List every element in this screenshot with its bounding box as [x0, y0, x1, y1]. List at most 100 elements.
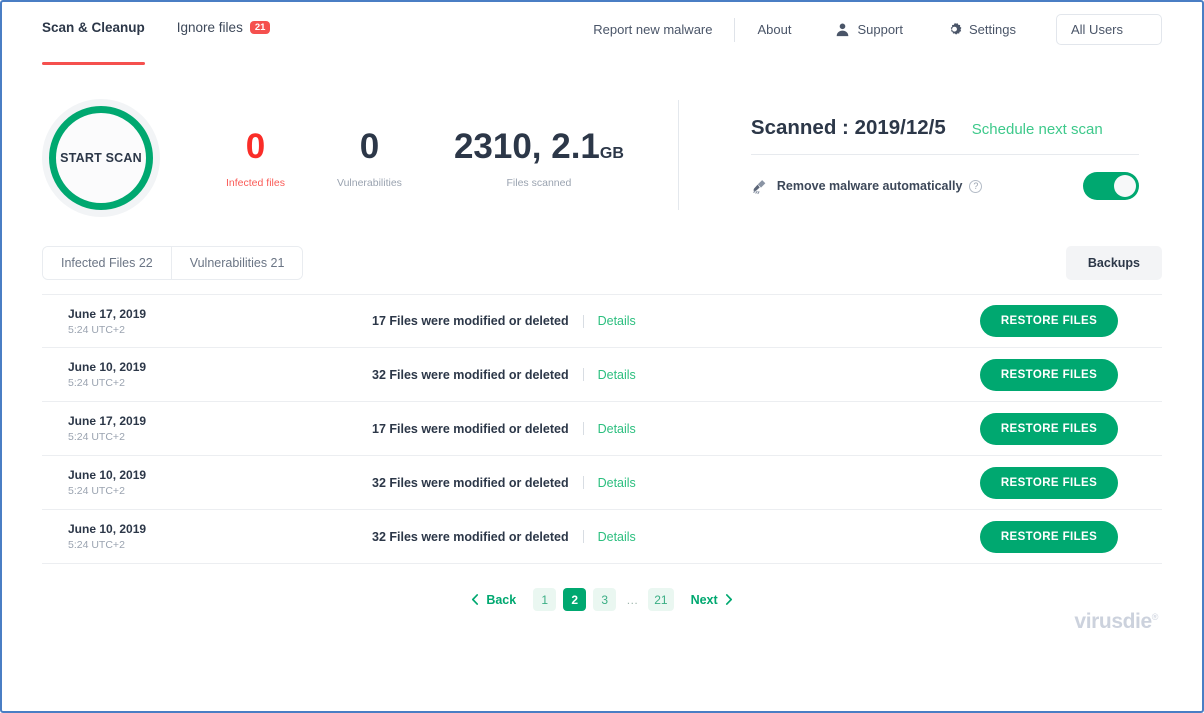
pagination-page-21[interactable]: 21	[648, 588, 674, 611]
row-date-cell: June 10, 2019 5:24 UTC+2	[42, 468, 372, 497]
pagination-area: Back 1 2 3 … 21 Next virusdie®	[2, 588, 1202, 642]
pagination-next-button[interactable]: Next	[681, 593, 743, 607]
row-text-divider	[582, 530, 584, 543]
row-details-link[interactable]: Details	[598, 314, 636, 328]
table-row: June 10, 2019 5:24 UTC+2 32 Files were m…	[42, 348, 1162, 402]
pagination-ellipsis: …	[626, 592, 639, 607]
row-summary-cell: 32 Files were modified or deleted Detail…	[372, 368, 980, 382]
app-header: Scan & Cleanup Ignore files 21 Report ne…	[2, 2, 1202, 65]
filter-pill-group: Infected Files 22 Vulnerabilities 21	[42, 246, 304, 280]
row-date-cell: June 10, 2019 5:24 UTC+2	[42, 522, 372, 551]
row-text-divider	[582, 422, 584, 435]
brand-trademark: ®	[1151, 612, 1159, 622]
table-row: June 17, 2019 5:24 UTC+2 17 Files were m…	[42, 402, 1162, 456]
schedule-next-scan-link[interactable]: Schedule next scan	[972, 121, 1103, 138]
pagination-back-button[interactable]: Back	[461, 593, 526, 607]
row-text-divider	[582, 314, 584, 328]
row-date-value: June 10, 2019	[68, 522, 147, 536]
row-files-text: 17 Files were modified or deleted	[372, 314, 569, 328]
table-row: June 10, 2019 5:24 UTC+2 32 Files were m…	[42, 456, 1162, 510]
about-link[interactable]: About	[735, 22, 813, 37]
nav-tab-scan-cleanup-label: Scan & Cleanup	[42, 20, 145, 35]
row-date-value: June 17, 2019	[68, 306, 147, 321]
content-tabbar: Infected Files 22 Vulnerabilities 21 Bac…	[2, 224, 1202, 280]
table-row: June 10, 2019 5:24 UTC+2 32 Files were m…	[42, 510, 1162, 564]
pill-infected-files[interactable]: Infected Files 22	[43, 247, 171, 279]
row-summary-cell: 32 Files were modified or deleted Detail…	[372, 530, 980, 544]
about-label: About	[757, 22, 792, 37]
backups-button[interactable]: Backups	[1065, 246, 1162, 280]
row-details-link[interactable]: Details	[598, 476, 636, 490]
user-filter-select[interactable]: All Users	[1056, 14, 1162, 45]
row-files-text: 32 Files were modified or deleted	[372, 367, 569, 382]
header-utility-nav: Report new malware About Support Setting…	[571, 2, 1162, 45]
user-icon	[835, 22, 850, 37]
start-scan-label: START SCAN	[49, 106, 153, 210]
scan-stats-group: START SCAN 0 Infected files 0 Vulnerabil…	[42, 99, 650, 217]
header-nav-tabs: Scan & Cleanup Ignore files 21	[42, 2, 271, 65]
support-link[interactable]: Support	[813, 22, 925, 37]
support-label: Support	[857, 22, 904, 37]
virusdie-logo: virusdie®	[1074, 610, 1158, 634]
start-scan-button[interactable]: START SCAN	[42, 99, 160, 217]
pagination-back-label: Back	[486, 592, 517, 607]
table-row: June 17, 2019 5:24 UTC+2 17 Files were m…	[42, 294, 1162, 348]
settings-link[interactable]: Settings	[925, 22, 1038, 37]
row-details-link[interactable]: Details	[598, 368, 636, 382]
pagination-page-1[interactable]: 1	[533, 588, 557, 611]
stat-files-scanned-number: 2310, 2.1	[453, 127, 600, 167]
row-date-value: June 17, 2019	[68, 414, 147, 428]
row-date-cell: June 17, 2019 5:24 UTC+2	[42, 414, 372, 443]
settings-label: Settings	[969, 22, 1016, 37]
pagination: Back 1 2 3 … 21 Next	[2, 588, 1202, 611]
scan-schedule-panel: Scanned : 2019/12/5 Schedule next scan R…	[679, 116, 1139, 200]
help-icon[interactable]: ?	[969, 179, 983, 193]
active-tab-underline	[42, 62, 145, 65]
nav-tab-scan-cleanup[interactable]: Scan & Cleanup	[42, 20, 145, 65]
gear-icon	[947, 22, 962, 37]
stat-infected-files-label: Infected files	[226, 176, 285, 189]
row-date-value: June 10, 2019	[68, 468, 147, 482]
toggle-knob	[1113, 175, 1136, 197]
last-scanned-title: Scanned : 2019/12/5	[750, 116, 946, 139]
broom-icon	[751, 178, 768, 195]
stat-infected-files: 0 Infected files	[200, 127, 311, 188]
stat-vulnerabilities: 0 Vulnerabilities	[311, 127, 428, 188]
scan-summary-panel: START SCAN 0 Infected files 0 Vulnerabil…	[2, 64, 1202, 224]
row-details-link[interactable]: Details	[598, 422, 636, 436]
auto-remove-row: Remove malware automatically ?	[751, 155, 1139, 200]
row-details-link[interactable]: Details	[598, 530, 636, 544]
row-text-divider	[582, 476, 584, 489]
stat-files-scanned-label: Files scanned	[506, 176, 572, 189]
stat-files-scanned-unit: GB	[599, 145, 624, 163]
row-time-value: 5:24 UTC+2	[68, 377, 125, 389]
row-date-value: June 10, 2019	[68, 360, 147, 374]
row-files-text: 32 Files were modified or deleted	[372, 475, 569, 490]
row-files-text: 32 Files were modified or deleted	[372, 529, 569, 544]
nav-tab-ignore-files-label: Ignore files	[176, 20, 243, 35]
row-files-text: 17 Files were modified or deleted	[372, 421, 569, 436]
restore-files-button[interactable]: RESTORE FILES	[980, 520, 1118, 553]
restore-files-button[interactable]: RESTORE FILES	[980, 412, 1118, 445]
report-new-malware-label: Report new malware	[593, 22, 713, 37]
row-summary-cell: 17 Files were modified or deleted Detail…	[372, 314, 980, 328]
stat-tiles: 0 Infected files 0 Vulnerabilities 2310,…	[200, 127, 650, 188]
pagination-next-label: Next	[690, 592, 718, 607]
app-window: Scan & Cleanup Ignore files 21 Report ne…	[0, 0, 1204, 713]
restore-files-button[interactable]: RESTORE FILES	[980, 358, 1118, 391]
pagination-page-2[interactable]: 2	[563, 588, 587, 611]
backups-table: June 17, 2019 5:24 UTC+2 17 Files were m…	[2, 294, 1202, 564]
scan-schedule-header: Scanned : 2019/12/5 Schedule next scan	[751, 116, 1139, 154]
report-new-malware-link[interactable]: Report new malware	[571, 22, 734, 37]
auto-remove-toggle[interactable]	[1082, 172, 1139, 200]
chevron-left-icon	[471, 594, 479, 605]
ignore-files-count-badge: 21	[249, 20, 271, 35]
row-date-cell: June 17, 2019 5:24 UTC+2	[42, 307, 372, 336]
nav-tab-ignore-files[interactable]: Ignore files 21	[177, 20, 271, 37]
restore-files-button[interactable]: RESTORE FILES	[980, 305, 1118, 337]
pill-vulnerabilities[interactable]: Vulnerabilities 21	[170, 247, 303, 279]
pagination-page-3[interactable]: 3	[593, 588, 617, 611]
stat-vulnerabilities-label: Vulnerabilities	[336, 176, 402, 189]
row-time-value: 5:24 UTC+2	[68, 431, 125, 443]
restore-files-button[interactable]: RESTORE FILES	[980, 466, 1118, 499]
